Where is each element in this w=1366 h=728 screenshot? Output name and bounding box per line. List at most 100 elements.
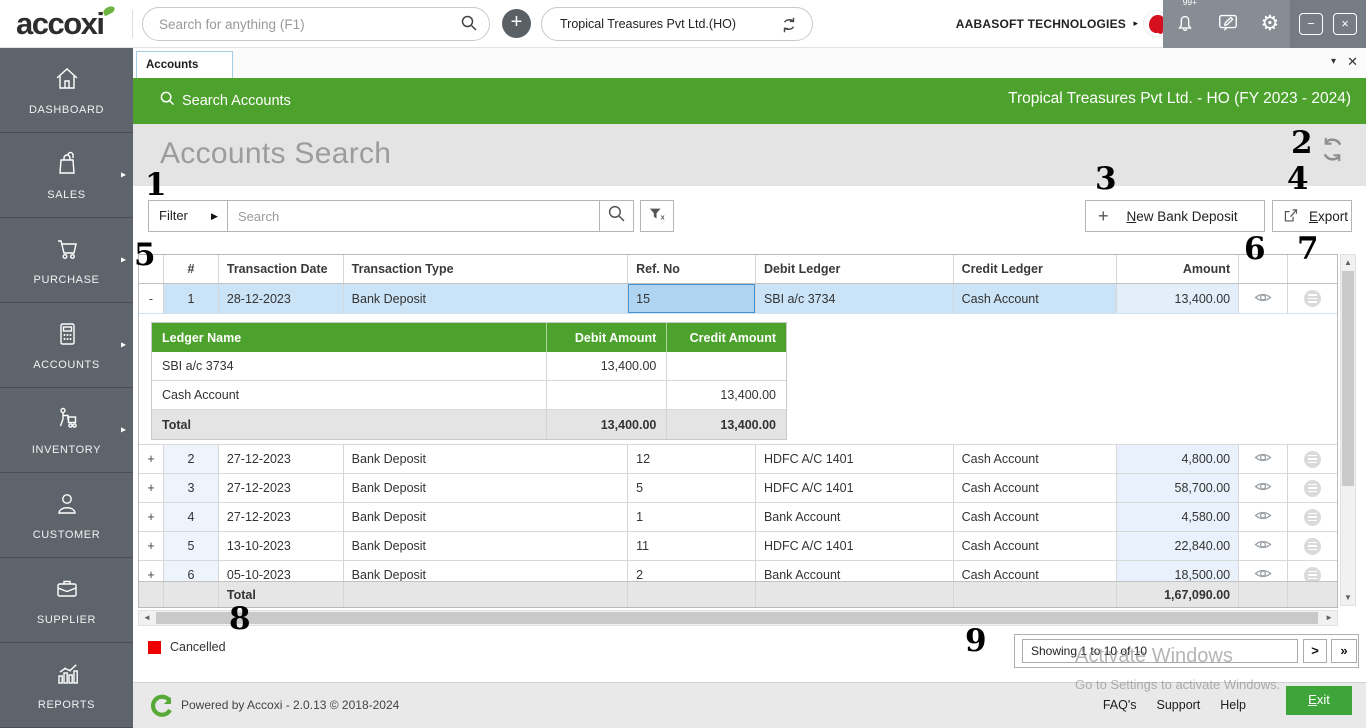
view-button[interactable]	[1239, 503, 1288, 531]
scroll-up-icon[interactable]: ▲	[1341, 258, 1355, 267]
sidebar-item-label: ACCOUNTS	[33, 359, 100, 371]
view-button[interactable]	[1239, 445, 1288, 473]
table-row[interactable]: + 5 13-10-2023 Bank Deposit 11 HDFC A/C …	[139, 532, 1337, 561]
column-header[interactable]: Amount	[1117, 255, 1239, 283]
tab-list-caret-icon[interactable]: ▾	[1331, 56, 1336, 67]
total-spacer	[1239, 582, 1288, 607]
tab-accounts-search[interactable]: Accounts Search	[136, 51, 233, 78]
row-expand-toggle[interactable]: +	[139, 561, 164, 581]
support-link[interactable]: Support	[1157, 698, 1201, 712]
cell-date: 27-12-2023	[219, 503, 344, 531]
organization-name[interactable]: AABASOFT TECHNOLOGIES	[956, 17, 1126, 31]
scroll-right-icon[interactable]: ►	[1325, 613, 1333, 622]
annotation-2: 2	[1291, 128, 1313, 159]
quick-add-button[interactable]: +	[502, 9, 531, 38]
last-page-button[interactable]: »	[1331, 639, 1357, 663]
ledger-debit	[547, 381, 668, 409]
table-row[interactable]: + 6 05-10-2023 Bank Deposit 2 Bank Accou…	[139, 561, 1337, 581]
tab-close-icon[interactable]: ✕	[1347, 54, 1358, 70]
column-header[interactable]: Ref. No	[628, 255, 756, 283]
row-menu-button[interactable]	[1288, 532, 1337, 560]
subtable-row: SBI a/c 3734 13,400.00	[152, 352, 786, 381]
table-search-input[interactable]	[228, 200, 600, 232]
cell-ref: 2	[628, 561, 756, 581]
column-header[interactable]: Transaction Type	[344, 255, 628, 283]
scrollbar-thumb[interactable]	[156, 612, 1318, 624]
cell-num: 5	[164, 532, 219, 560]
row-collapse-toggle[interactable]: -	[139, 284, 164, 313]
export-button[interactable]: Export	[1272, 200, 1352, 232]
sidebar-item-reports[interactable]: REPORTS	[0, 643, 133, 728]
table-row[interactable]: + 4 27-12-2023 Bank Deposit 1 Bank Accou…	[139, 503, 1337, 532]
cell-date: 27-12-2023	[219, 445, 344, 473]
menu-icon	[1304, 290, 1321, 307]
column-header[interactable]: Transaction Date	[219, 255, 344, 283]
help-link[interactable]: Help	[1220, 698, 1246, 712]
scrollbar-thumb[interactable]	[1342, 271, 1354, 486]
row-menu-button[interactable]	[1288, 503, 1337, 531]
next-page-button[interactable]: >	[1303, 639, 1327, 663]
exit-button[interactable]: Exit	[1286, 686, 1352, 715]
view-button[interactable]	[1239, 561, 1288, 581]
topbar: accoxi + Tropical Treasures Pvt Ltd.(HO)…	[0, 0, 1366, 48]
cell-amount: 58,700.00	[1117, 474, 1239, 502]
view-button[interactable]	[1239, 532, 1288, 560]
cell-credit: Cash Account	[954, 561, 1118, 581]
menu-icon	[1304, 538, 1321, 555]
cell-debit: SBI a/c 3734	[756, 284, 954, 313]
global-search-input[interactable]	[159, 9, 449, 39]
row-menu-button[interactable]	[1288, 445, 1337, 473]
row-expand-toggle[interactable]: +	[139, 503, 164, 531]
annotation-9: 9	[965, 626, 987, 657]
table-row[interactable]: - 1 28-12-2023 Bank Deposit 15 SBI a/c 3…	[139, 284, 1337, 313]
table-row[interactable]: + 2 27-12-2023 Bank Deposit 12 HDFC A/C …	[139, 445, 1337, 474]
row-expand-toggle[interactable]: +	[139, 445, 164, 473]
cell-amount: 4,800.00	[1117, 445, 1239, 473]
sidebar-item-customer[interactable]: CUSTOMER	[0, 473, 133, 558]
subtable-column-header: Credit Amount	[667, 323, 786, 352]
refresh-button[interactable]	[1319, 136, 1346, 168]
faqs-link[interactable]: FAQ's	[1103, 698, 1137, 712]
notifications-button[interactable]: 99+	[1174, 11, 1196, 38]
row-expand-toggle[interactable]: +	[139, 474, 164, 502]
menu-icon	[1304, 480, 1321, 497]
settings-button[interactable]: ⚙	[1260, 13, 1279, 35]
view-button[interactable]	[1239, 284, 1288, 313]
sidebar-item-purchase[interactable]: PURCHASE ▸	[0, 218, 133, 303]
sidebar-item-accounts[interactable]: ACCOUNTS ▸	[0, 303, 133, 388]
scroll-down-icon[interactable]: ▼	[1341, 593, 1355, 602]
sidebar-item-dashboard[interactable]: DASHBOARD	[0, 48, 133, 133]
bell-icon	[1174, 20, 1196, 37]
horizontal-scrollbar[interactable]: ◄ ►	[138, 610, 1338, 626]
search-icon[interactable]	[461, 15, 477, 36]
close-button[interactable]: ×	[1333, 13, 1357, 35]
row-expand-toggle[interactable]: +	[139, 532, 164, 560]
column-header[interactable]: Credit Ledger	[954, 255, 1118, 283]
accoxi-logo: accoxi	[16, 6, 104, 42]
row-menu-button[interactable]	[1288, 284, 1337, 313]
switch-company-icon[interactable]	[780, 16, 798, 39]
vertical-scrollbar[interactable]: ▲ ▼	[1340, 254, 1356, 606]
eye-icon	[1254, 291, 1272, 307]
column-header[interactable]: #	[164, 255, 219, 283]
row-menu-button[interactable]	[1288, 561, 1337, 581]
search-icon	[160, 91, 175, 110]
search-submit-button[interactable]	[600, 200, 634, 232]
table-row[interactable]: + 3 27-12-2023 Bank Deposit 5 HDFC A/C 1…	[139, 474, 1337, 503]
sidebar-item-inventory[interactable]: INVENTORY ▸	[0, 388, 133, 473]
new-bank-deposit-button[interactable]: + New Bank Deposit	[1085, 200, 1265, 232]
cell-amount: 22,840.00	[1117, 532, 1239, 560]
scroll-left-icon[interactable]: ◄	[143, 613, 151, 622]
powered-by-text: Powered by Accoxi - 2.0.13 © 2018-2024	[181, 698, 399, 712]
clear-filter-button[interactable]: x	[640, 200, 674, 232]
sidebar-item-sales[interactable]: SALES ▸	[0, 133, 133, 218]
row-menu-button[interactable]	[1288, 474, 1337, 502]
minimize-button[interactable]: −	[1299, 13, 1323, 35]
column-header[interactable]: Debit Ledger	[756, 255, 954, 283]
view-button[interactable]	[1239, 474, 1288, 502]
company-selector[interactable]: Tropical Treasures Pvt Ltd.(HO)	[541, 7, 813, 41]
annotation-3: 3	[1095, 164, 1117, 195]
calculator-icon	[52, 320, 82, 353]
messages-button[interactable]	[1217, 11, 1239, 38]
sidebar-item-supplier[interactable]: SUPPLIER	[0, 558, 133, 643]
